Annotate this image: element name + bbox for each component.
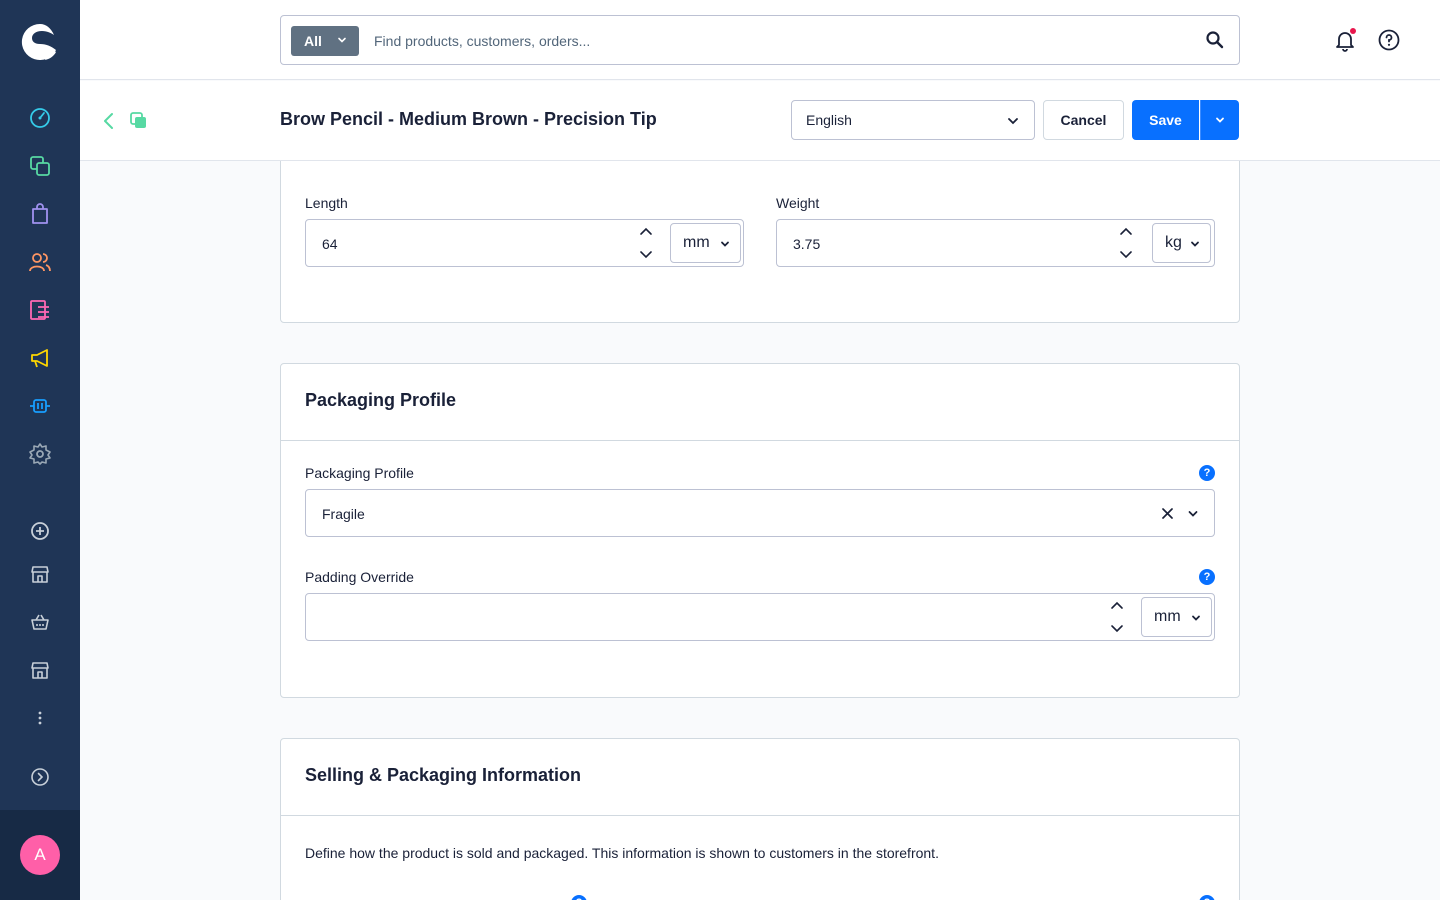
product-module-icon (129, 111, 149, 131)
padding-unit: mm (1154, 608, 1181, 625)
search-type-dropdown[interactable]: All (291, 26, 359, 56)
packaging-profile-value: Fragile (322, 506, 365, 522)
chevron-down-icon (338, 37, 346, 43)
language-value: English (806, 112, 852, 128)
padding-override-field[interactable]: mm (305, 593, 1215, 641)
weight-unit-select[interactable]: kg (1152, 223, 1211, 263)
packaging-profile-label: Packaging Profile (305, 465, 414, 481)
help-icon[interactable]: ? (1199, 895, 1215, 900)
search-input[interactable] (374, 28, 1174, 54)
avatar[interactable]: A (20, 835, 60, 875)
page-title: Brow Pencil - Medium Brown - Precision T… (280, 109, 657, 129)
packaging-card-title: Packaging Profile (281, 364, 1239, 441)
user-area: A (0, 810, 80, 900)
chevron-down-icon (1008, 118, 1018, 125)
length-stepper[interactable] (638, 225, 654, 261)
packaging-profile-select[interactable]: Fragile (305, 489, 1215, 537)
chevron-down-icon (1188, 511, 1198, 517)
packaging-profile-card: Packaging Profile Packaging Profile ? Fr… (280, 363, 1240, 698)
weight-label: Weight (776, 195, 820, 211)
help-circle-icon[interactable] (1377, 28, 1401, 52)
chevron-down-icon (1216, 117, 1224, 123)
shopware-logo[interactable] (20, 22, 60, 62)
add-sales-channel-icon[interactable] (28, 519, 52, 543)
padding-override-label: Padding Override (305, 569, 414, 585)
content-icon[interactable] (28, 298, 52, 322)
cancel-button[interactable]: Cancel (1043, 100, 1124, 140)
storefront-icon[interactable] (28, 658, 52, 682)
search-icon[interactable] (1205, 30, 1225, 50)
dashboard-icon[interactable] (28, 106, 52, 130)
length-label: Length (305, 195, 348, 211)
customers-icon[interactable] (28, 250, 52, 274)
length-unit: mm (683, 234, 710, 251)
help-icon[interactable]: ? (571, 895, 587, 900)
marketing-icon[interactable] (28, 346, 52, 370)
length-field[interactable]: 64 mm (305, 219, 744, 267)
save-button[interactable]: Save (1132, 100, 1199, 140)
weight-stepper[interactable] (1118, 225, 1134, 261)
catalogues-icon[interactable] (28, 154, 52, 178)
save-options-button[interactable] (1200, 100, 1239, 140)
admin-sidebar: A (0, 0, 80, 900)
length-unit-select[interactable]: mm (670, 223, 741, 263)
avatar-initial: A (34, 845, 46, 864)
global-search: All (280, 15, 1240, 65)
length-value: 64 (322, 236, 338, 252)
help-icon[interactable]: ? (1199, 569, 1215, 585)
headless-icon[interactable] (28, 610, 52, 634)
back-arrow-icon[interactable] (100, 111, 118, 131)
bell-icon[interactable] (1333, 28, 1357, 52)
clear-icon[interactable] (1161, 507, 1174, 520)
selling-packaging-card: Selling & Packaging Information Define h… (280, 738, 1240, 900)
chevron-down-icon (1192, 615, 1200, 621)
chevron-down-icon (721, 241, 729, 247)
extensions-icon[interactable] (28, 394, 52, 418)
weight-unit: kg (1165, 234, 1182, 251)
selling-description: Define how the product is sold and packa… (305, 845, 939, 861)
orders-icon[interactable] (28, 202, 52, 226)
help-icon[interactable]: ? (1199, 465, 1215, 481)
chevron-right-circle-icon[interactable] (28, 765, 52, 789)
selling-card-title: Selling & Packaging Information (281, 739, 1239, 816)
padding-unit-select[interactable]: mm (1141, 597, 1212, 637)
more-icon[interactable] (28, 706, 52, 730)
settings-icon[interactable] (28, 442, 52, 466)
language-switch[interactable]: English (791, 100, 1035, 140)
top-header: All (80, 0, 1440, 80)
padding-stepper[interactable] (1109, 599, 1125, 635)
storefront-icon[interactable] (28, 562, 52, 586)
smart-bar: Brow Pencil - Medium Brown - Precision T… (80, 81, 1440, 161)
notification-dot (1350, 28, 1356, 34)
chevron-down-icon (1191, 241, 1199, 247)
search-type-label: All (304, 33, 322, 49)
weight-value: 3.75 (793, 236, 821, 252)
weight-field[interactable]: 3.75 kg (776, 219, 1215, 267)
